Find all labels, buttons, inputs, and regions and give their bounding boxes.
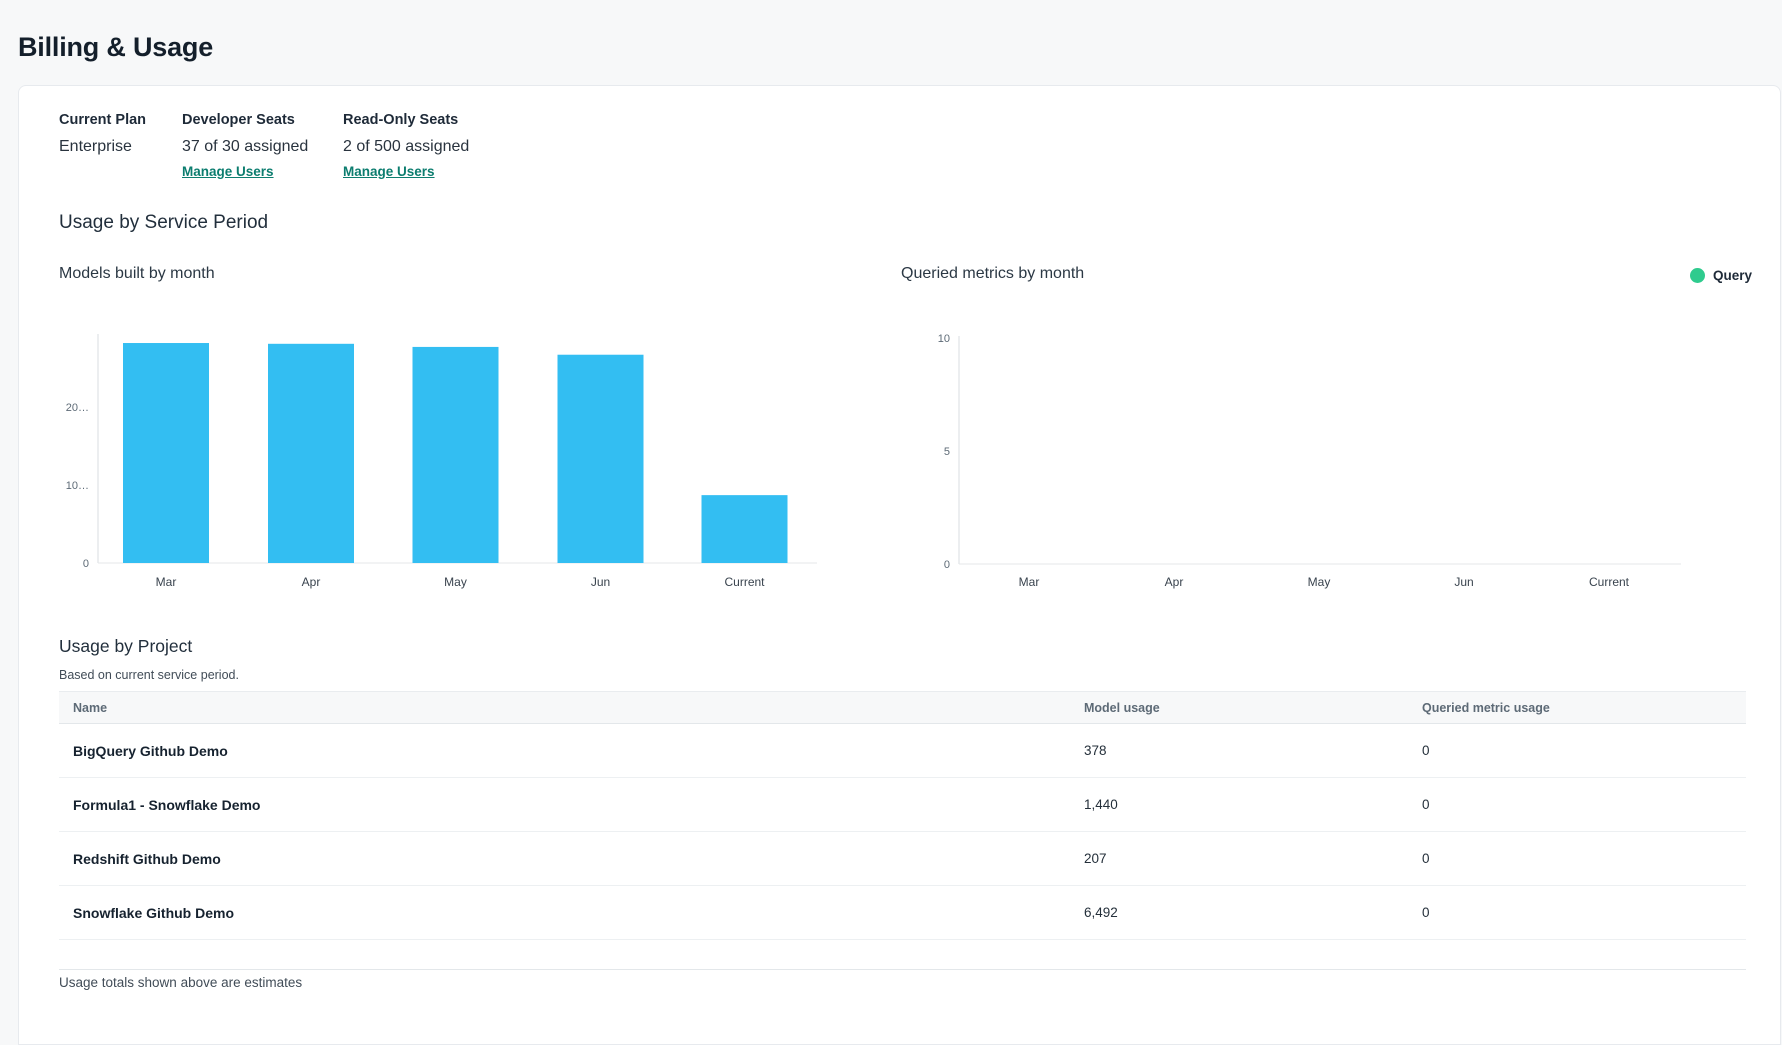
readonly-seats-block: Read-Only Seats 2 of 500 assigned Manage… [343, 112, 469, 181]
header-name: Name [59, 701, 1084, 715]
query-legend-label: Query [1713, 268, 1752, 283]
developer-seats-value: 37 of 30 assigned [182, 138, 343, 156]
svg-text:5: 5 [944, 446, 950, 458]
model-usage-cell: 207 [1084, 851, 1422, 866]
usage-by-project-table: Name Model usage Queried metric usage Bi… [59, 691, 1746, 940]
manage-users-link-developer[interactable]: Manage Users [182, 164, 274, 179]
svg-text:May: May [1308, 575, 1331, 589]
queried-usage-cell: 0 [1422, 905, 1732, 920]
svg-text:0: 0 [83, 558, 89, 570]
query-legend-dot-icon [1690, 268, 1705, 283]
model-usage-cell: 1,440 [1084, 797, 1422, 812]
table-header-row: Name Model usage Queried metric usage [59, 691, 1746, 724]
manage-users-link-readonly[interactable]: Manage Users [343, 164, 435, 179]
readonly-seats-label: Read-Only Seats [343, 112, 469, 128]
developer-seats-label: Developer Seats [182, 112, 343, 128]
current-plan-label: Current Plan [59, 112, 182, 128]
models-built-bar-chart: 0 10… 20… Mar Apr May Jun Current [59, 291, 851, 601]
project-name-cell: Formula1 - Snowflake Demo [59, 797, 1084, 813]
svg-text:Current: Current [1589, 575, 1630, 589]
queried-usage-cell: 0 [1422, 851, 1732, 866]
table-row: Formula1 - Snowflake Demo 1,440 0 [59, 778, 1746, 832]
page-title: Billing & Usage [18, 32, 213, 63]
svg-text:May: May [444, 575, 467, 589]
svg-text:Apr: Apr [1165, 575, 1184, 589]
queried-metrics-bar-chart: 0 5 10 Mar Apr May Jun Current [901, 291, 1781, 601]
queried-usage-cell: 0 [1422, 743, 1732, 758]
table-bottom-divider [59, 969, 1746, 970]
project-section-title: Usage by Project [59, 636, 192, 657]
svg-text:Mar: Mar [1019, 575, 1040, 589]
model-usage-cell: 378 [1084, 743, 1422, 758]
header-model-usage: Model usage [1084, 701, 1422, 715]
service-period-section-title: Usage by Service Period [59, 212, 268, 234]
svg-text:Jun: Jun [591, 575, 610, 589]
readonly-seats-value: 2 of 500 assigned [343, 138, 469, 156]
project-name-cell: Snowflake Github Demo [59, 905, 1084, 921]
svg-text:Mar: Mar [156, 575, 177, 589]
project-name-cell: BigQuery Github Demo [59, 743, 1084, 759]
table-row: Redshift Github Demo 207 0 [59, 832, 1746, 886]
models-chart-title: Models built by month [59, 265, 215, 283]
developer-seats-block: Developer Seats 37 of 30 assigned Manage… [182, 112, 343, 181]
svg-text:10…: 10… [66, 480, 89, 492]
project-section-subtitle: Based on current service period. [59, 668, 239, 682]
table-row: BigQuery Github Demo 378 0 [59, 724, 1746, 778]
footer-estimates-note: Usage totals shown above are estimates [59, 975, 302, 990]
table-row: Snowflake Github Demo 6,492 0 [59, 886, 1746, 940]
plan-summary: Current Plan Enterprise Developer Seats … [59, 112, 469, 181]
current-plan-value: Enterprise [59, 138, 182, 156]
header-queried-metric-usage: Queried metric usage [1422, 701, 1732, 715]
current-plan-block: Current Plan Enterprise [59, 112, 182, 181]
svg-text:Jun: Jun [1454, 575, 1473, 589]
svg-text:Apr: Apr [302, 575, 321, 589]
model-usage-cell: 6,492 [1084, 905, 1422, 920]
project-name-cell: Redshift Github Demo [59, 851, 1084, 867]
svg-text:Current: Current [724, 575, 765, 589]
billing-card: Current Plan Enterprise Developer Seats … [18, 85, 1781, 1045]
queried-usage-cell: 0 [1422, 797, 1732, 812]
svg-text:0: 0 [944, 559, 950, 571]
metrics-chart-title: Queried metrics by month [901, 265, 1084, 283]
query-legend-item[interactable]: Query [1690, 268, 1752, 283]
svg-text:20…: 20… [66, 402, 89, 414]
svg-text:10: 10 [938, 333, 950, 345]
